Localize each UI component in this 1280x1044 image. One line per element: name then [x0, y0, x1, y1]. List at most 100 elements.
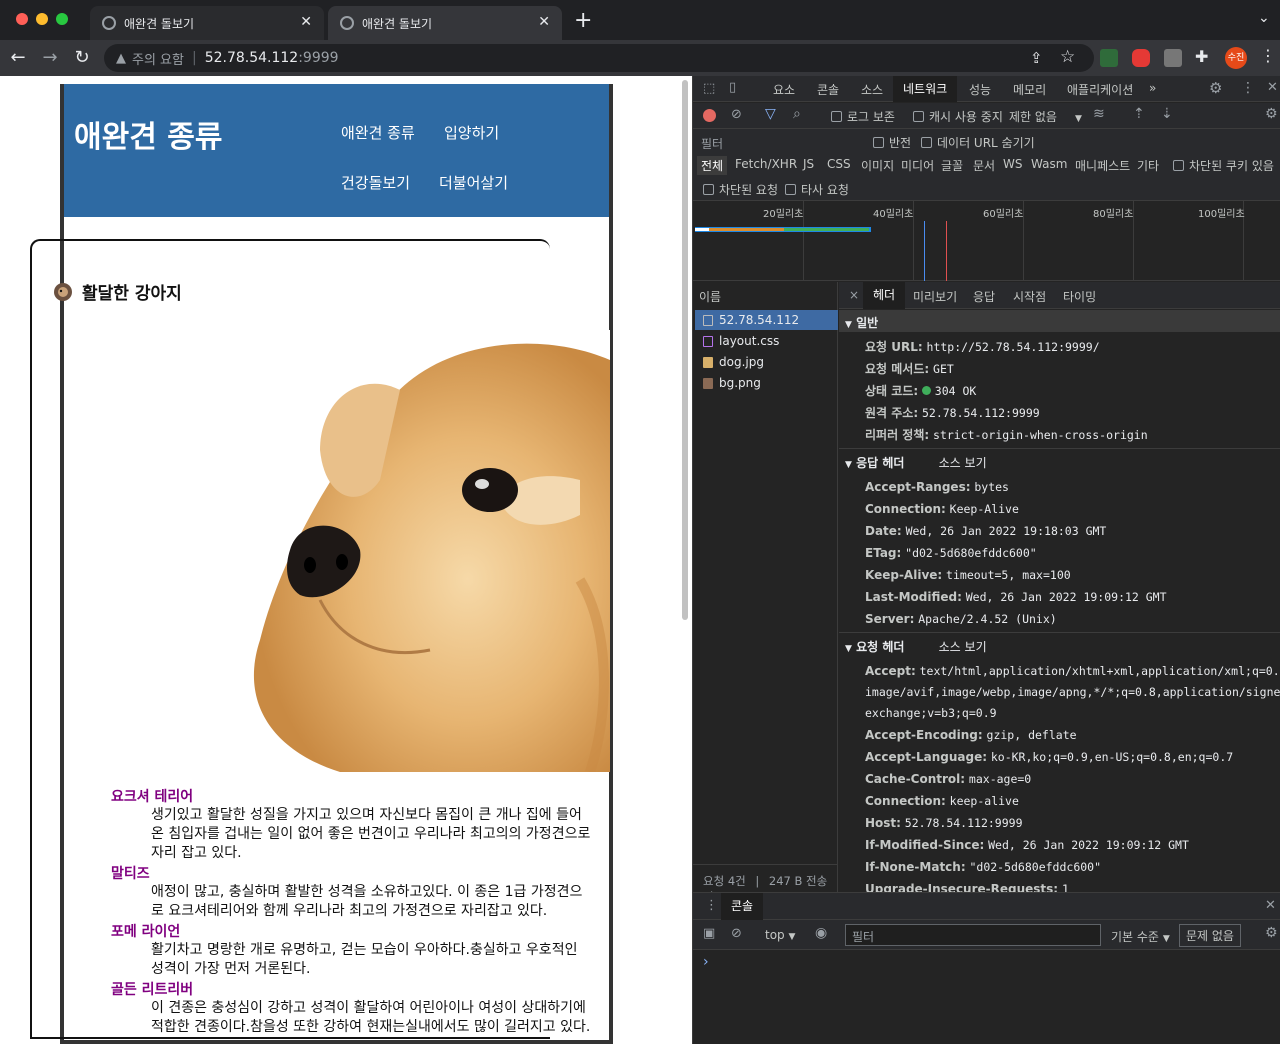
- inspect-element-icon[interactable]: ⬚: [703, 81, 715, 96]
- tab-application[interactable]: 애플리케이션: [1067, 81, 1133, 98]
- type-filter-img[interactable]: 이미지: [861, 157, 894, 174]
- invert-checkbox[interactable]: 반전: [873, 134, 911, 151]
- general-section-header[interactable]: ▼ 일반: [839, 310, 1280, 332]
- console-filter-input[interactable]: 필터: [845, 924, 1101, 946]
- live-expression-eye-icon[interactable]: ◉: [815, 925, 827, 941]
- console-sidebar-icon[interactable]: ▣: [703, 926, 715, 941]
- type-filter-css[interactable]: CSS: [827, 157, 851, 171]
- filter-icon[interactable]: ▽: [765, 106, 776, 122]
- context-select[interactable]: top ▼: [765, 928, 795, 942]
- more-tabs-icon[interactable]: »: [1149, 81, 1156, 95]
- close-devtools-icon[interactable]: ✕: [1267, 80, 1278, 95]
- throttling-select[interactable]: 제한 없음 ▼: [1009, 108, 1082, 125]
- tab-network[interactable]: 네트워크: [893, 76, 958, 102]
- settings-gear-icon[interactable]: ⚙: [1209, 79, 1222, 97]
- video-extension-icon[interactable]: [1132, 49, 1150, 67]
- tab-performance[interactable]: 성능: [969, 81, 991, 98]
- type-filter-wasm[interactable]: Wasm: [1031, 157, 1067, 171]
- import-har-icon[interactable]: ⇡: [1133, 106, 1145, 122]
- tab-response[interactable]: 응답: [973, 288, 995, 305]
- network-overview-timeline[interactable]: 20밀리초 40밀리초 60밀리초 80밀리초 100밀리초: [693, 201, 1280, 281]
- bookmark-star-icon[interactable]: ☆: [1060, 47, 1075, 67]
- type-filter-manifest[interactable]: 매니페스트: [1075, 157, 1130, 174]
- network-conditions-icon[interactable]: ≋: [1093, 106, 1105, 122]
- clear-icon[interactable]: ⊘: [731, 107, 742, 122]
- type-filter-font[interactable]: 글꼴: [941, 157, 963, 174]
- devtools-menu-icon[interactable]: ⋮: [1241, 80, 1255, 96]
- console-settings-icon[interactable]: ⚙: [1265, 925, 1278, 941]
- view-source-link[interactable]: 소스 보기: [939, 456, 987, 470]
- profile-avatar[interactable]: 수진: [1225, 47, 1247, 69]
- nav-link-together[interactable]: 더불어살기: [439, 172, 508, 193]
- site-logo[interactable]: 애완견 종류: [74, 112, 222, 156]
- nav-link-breeds[interactable]: 애완견 종류: [341, 122, 415, 143]
- extension-icon[interactable]: [1164, 49, 1182, 67]
- request-row[interactable]: dog.jpg: [695, 352, 838, 372]
- preserve-log-checkbox[interactable]: 로그 보존: [831, 108, 895, 125]
- blocked-requests-checkbox[interactable]: 차단된 요청: [703, 181, 778, 198]
- header-value: Wed, 26 Jan 2022 19:18:03 GMT: [905, 524, 1107, 538]
- tab-search-icon[interactable]: ⌄: [1258, 10, 1270, 26]
- tab-headers[interactable]: 헤더: [863, 282, 906, 309]
- drawer-tab-console[interactable]: 콘솔: [721, 893, 764, 920]
- response-headers-section-header[interactable]: ▼ 응답 헤더 소스 보기: [839, 454, 1280, 471]
- browser-tab-1[interactable]: 애완견 돌보기 ✕: [90, 6, 324, 40]
- tab-timing[interactable]: 타이밍: [1063, 288, 1096, 305]
- network-settings-icon[interactable]: ⚙: [1265, 106, 1278, 122]
- device-toolbar-icon[interactable]: ▯: [729, 80, 736, 95]
- request-headers-section-header[interactable]: ▼ 요청 헤더 소스 보기: [839, 638, 1280, 655]
- disable-cache-checkbox[interactable]: 캐시 사용 중지: [913, 108, 1003, 125]
- request-row[interactable]: bg.png: [695, 373, 838, 393]
- blocked-cookies-checkbox[interactable]: 차단된 쿠키 있음: [1173, 157, 1274, 174]
- extensions-puzzle-icon[interactable]: ✚: [1195, 47, 1208, 66]
- console-prompt[interactable]: ›: [703, 954, 709, 970]
- search-icon[interactable]: ⌕: [793, 106, 801, 122]
- export-har-icon[interactable]: ⇣: [1161, 106, 1173, 122]
- tab-initiator[interactable]: 시작점: [1013, 288, 1046, 305]
- tab-preview[interactable]: 미리보기: [913, 288, 957, 305]
- close-tab-icon[interactable]: ✕: [538, 14, 550, 30]
- reload-icon[interactable]: ↻: [70, 46, 94, 70]
- record-icon[interactable]: [703, 109, 716, 122]
- window-close-button[interactable]: [16, 13, 28, 25]
- network-filter-input[interactable]: 필터: [697, 132, 859, 154]
- clear-console-icon[interactable]: ⊘: [731, 926, 742, 941]
- extension-icon[interactable]: [1100, 49, 1118, 67]
- close-tab-icon[interactable]: ✕: [300, 14, 312, 30]
- type-filter-doc[interactable]: 문서: [973, 157, 995, 174]
- close-details-icon[interactable]: ×: [849, 288, 859, 302]
- tab-memory[interactable]: 메모리: [1013, 81, 1046, 98]
- page-scrollbar-thumb[interactable]: [682, 80, 688, 620]
- name-column-header[interactable]: 이름: [699, 288, 721, 305]
- type-filter-ws[interactable]: WS: [1003, 157, 1022, 171]
- type-filter-media[interactable]: 미디어: [901, 157, 934, 174]
- type-filter-other[interactable]: 기타: [1137, 157, 1159, 174]
- share-icon[interactable]: ⇪: [1030, 49, 1043, 67]
- new-tab-button[interactable]: +: [574, 8, 592, 33]
- type-filter-fetch[interactable]: Fetch/XHR: [735, 157, 797, 171]
- view-source-link[interactable]: 소스 보기: [939, 640, 987, 654]
- browser-menu-icon[interactable]: ⋮: [1260, 46, 1276, 65]
- hide-data-urls-checkbox[interactable]: 데이터 URL 숨기기: [921, 134, 1035, 151]
- back-arrow-icon[interactable]: ←: [6, 46, 30, 70]
- log-level-select[interactable]: 기본 수준 ▼: [1111, 928, 1170, 945]
- close-drawer-icon[interactable]: ✕: [1265, 898, 1276, 913]
- drawer-menu-icon[interactable]: ⋮: [705, 898, 718, 913]
- issues-button[interactable]: 문제 없음: [1179, 924, 1241, 947]
- type-filter-js[interactable]: JS: [803, 157, 814, 171]
- window-minimize-button[interactable]: [36, 13, 48, 25]
- third-party-checkbox[interactable]: 타사 요청: [785, 181, 849, 198]
- type-filter-all[interactable]: 전체: [697, 156, 728, 175]
- nav-link-adopt[interactable]: 입양하기: [444, 122, 499, 143]
- window-maximize-button[interactable]: [56, 13, 68, 25]
- tab-elements[interactable]: 요소: [773, 81, 795, 98]
- tab-console[interactable]: 콘솔: [817, 81, 839, 98]
- address-bar[interactable]: ▲ 주의 요함 | 52.78.54.112 :9999: [104, 44, 1094, 72]
- request-row[interactable]: layout.css: [695, 331, 838, 351]
- tab-sources[interactable]: 소스: [861, 81, 883, 98]
- browser-tab-2-active[interactable]: 애완견 돌보기 ✕: [328, 6, 562, 40]
- security-label[interactable]: 주의 요함: [132, 49, 184, 68]
- request-row[interactable]: 52.78.54.112: [695, 310, 838, 330]
- forward-arrow-icon[interactable]: →: [38, 46, 62, 70]
- nav-link-health[interactable]: 건강돌보기: [341, 172, 410, 193]
